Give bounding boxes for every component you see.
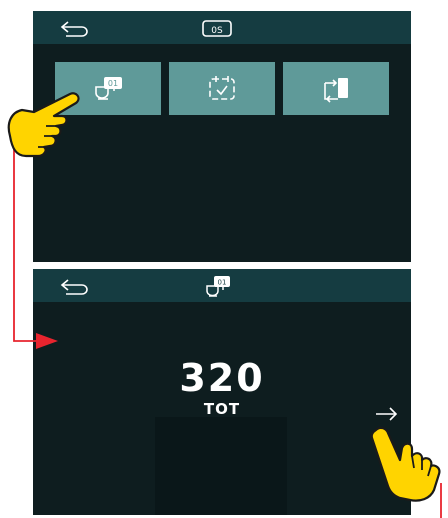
screen-counter-detail: 01 320 TOT [33,269,411,515]
program-counter-icon: 0S [202,20,232,37]
back-arrow-icon[interactable] [58,19,92,37]
pointing-hand-icon [370,426,441,502]
pointing-hand-icon [7,92,80,158]
counter-machine-icon: 01 [95,76,122,100]
calendar-check-icon [209,75,235,100]
transfer-exchange-icon [324,77,348,103]
counter-label: TOT [203,400,241,418]
counter-value: 320 [179,356,265,400]
top-bar: 01 [33,269,411,302]
back-arrow-icon[interactable] [58,277,92,295]
calendar-tile-button[interactable] [169,62,275,115]
transfer-tile-button[interactable] [283,62,389,115]
top-bar: 0S [33,11,411,44]
right-arrow-icon[interactable] [373,405,401,423]
title-text: 0S [211,26,223,36]
counter-background-panel [155,417,287,515]
counter-machine-icon: 01 [206,276,230,297]
